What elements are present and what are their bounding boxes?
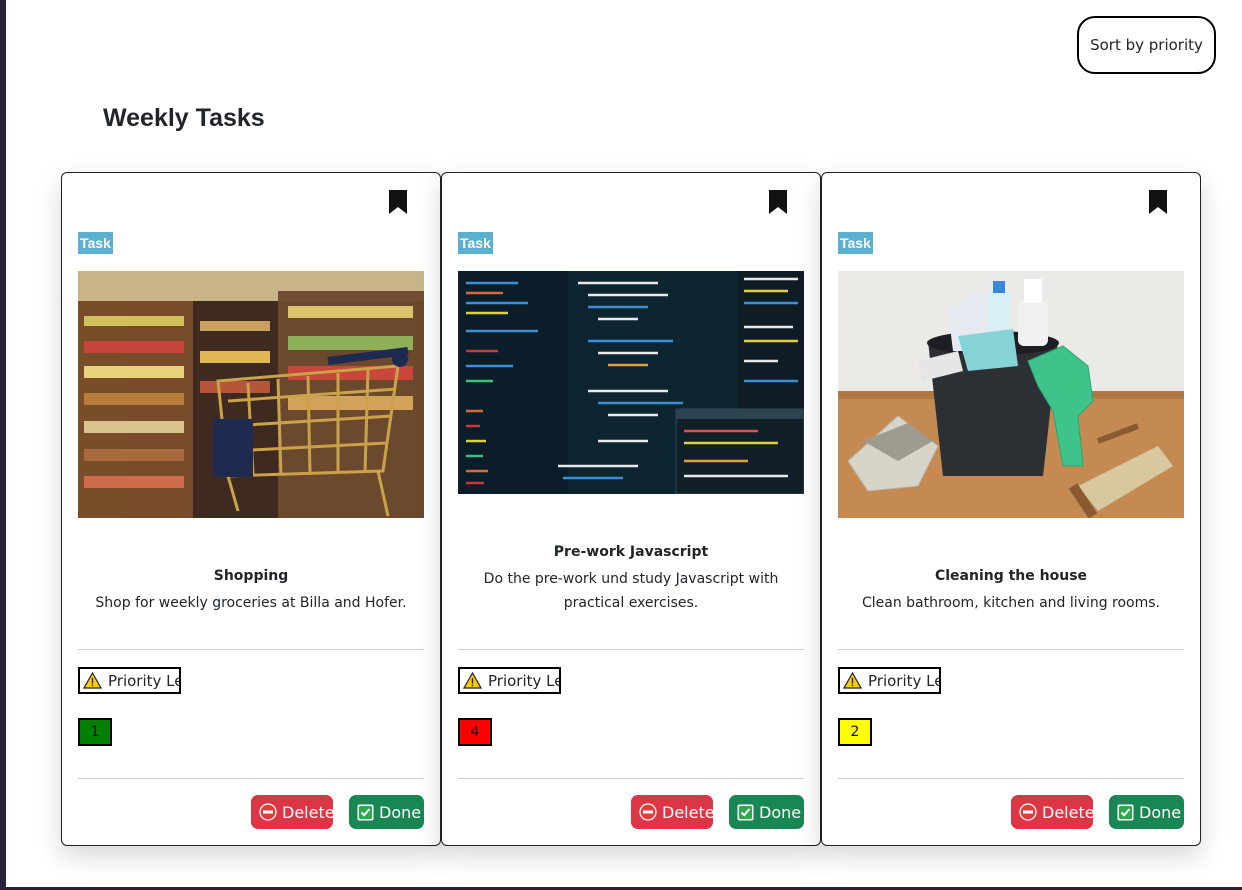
- check-box-icon: [737, 804, 754, 821]
- divider: [78, 778, 424, 779]
- divider: [458, 649, 804, 650]
- task-card: Task: [61, 172, 441, 846]
- priority-level-label: Priority Level: [868, 671, 939, 690]
- delete-button[interactable]: Delete: [631, 795, 715, 829]
- priority-level-field: Priority Level: [838, 667, 941, 694]
- priority-level-field: Priority Level: [458, 667, 561, 694]
- delete-label: Delete: [662, 802, 715, 822]
- card-title: Pre-work Javascript: [553, 544, 709, 560]
- task-card: Task: [441, 172, 821, 846]
- task-image: [458, 271, 804, 494]
- task-card: Task: [821, 172, 1201, 846]
- bookmark-icon[interactable]: [1148, 189, 1168, 215]
- task-image: [78, 271, 424, 518]
- check-box-icon: [1117, 804, 1134, 821]
- delete-button[interactable]: Delete: [1011, 795, 1095, 829]
- bookmark-icon[interactable]: [388, 189, 408, 215]
- check-box-icon: [357, 804, 374, 821]
- warning-icon: [83, 672, 102, 689]
- bookmark-icon[interactable]: [768, 189, 788, 215]
- priority-level-label: Priority Level: [108, 671, 179, 690]
- card-body: Shopping Shop for weekly groceries at Bi…: [78, 568, 424, 615]
- done-label: Done: [1139, 802, 1182, 822]
- card-description: Shop for weekly groceries at Billa and H…: [95, 595, 407, 611]
- delete-button[interactable]: Delete: [251, 795, 335, 829]
- done-button[interactable]: Done: [729, 795, 804, 829]
- card-body: Cleaning the house Clean bathroom, kitch…: [838, 568, 1184, 615]
- priority-value-badge: 4: [458, 718, 492, 746]
- divider: [78, 649, 424, 650]
- sort-by-priority-button[interactable]: Sort by priority: [1077, 16, 1216, 74]
- done-button[interactable]: Done: [1109, 795, 1184, 829]
- done-label: Done: [379, 802, 422, 822]
- no-entry-icon: [639, 803, 657, 821]
- task-badge: Task: [458, 232, 493, 254]
- delete-label: Delete: [1042, 802, 1095, 822]
- page: Sort by priority Weekly Tasks Task Shopp…: [6, 0, 1242, 887]
- card-title: Cleaning the house: [934, 568, 1088, 584]
- divider: [838, 649, 1184, 650]
- card-title: Shopping: [213, 568, 289, 584]
- no-entry-icon: [1019, 803, 1037, 821]
- divider: [838, 778, 1184, 779]
- warning-icon: [463, 672, 482, 689]
- no-entry-icon: [259, 803, 277, 821]
- card-description: Do the pre-work und study Javascript wit…: [483, 571, 779, 611]
- task-badge: Task: [838, 232, 873, 254]
- divider: [458, 778, 804, 779]
- done-label: Done: [759, 802, 802, 822]
- priority-level-label: Priority Level: [488, 671, 559, 690]
- card-description: Clean bathroom, kitchen and living rooms…: [861, 595, 1161, 611]
- priority-value-badge: 1: [78, 718, 112, 746]
- done-button[interactable]: Done: [349, 795, 424, 829]
- task-image: [838, 271, 1184, 518]
- priority-level-field: Priority Level: [78, 667, 181, 694]
- task-badge: Task: [78, 232, 113, 254]
- delete-label: Delete: [282, 802, 335, 822]
- page-title: Weekly Tasks: [103, 104, 265, 132]
- warning-icon: [843, 672, 862, 689]
- priority-value-badge: 2: [838, 718, 872, 746]
- card-body: Pre-work Javascript Do the pre-work und …: [458, 544, 804, 615]
